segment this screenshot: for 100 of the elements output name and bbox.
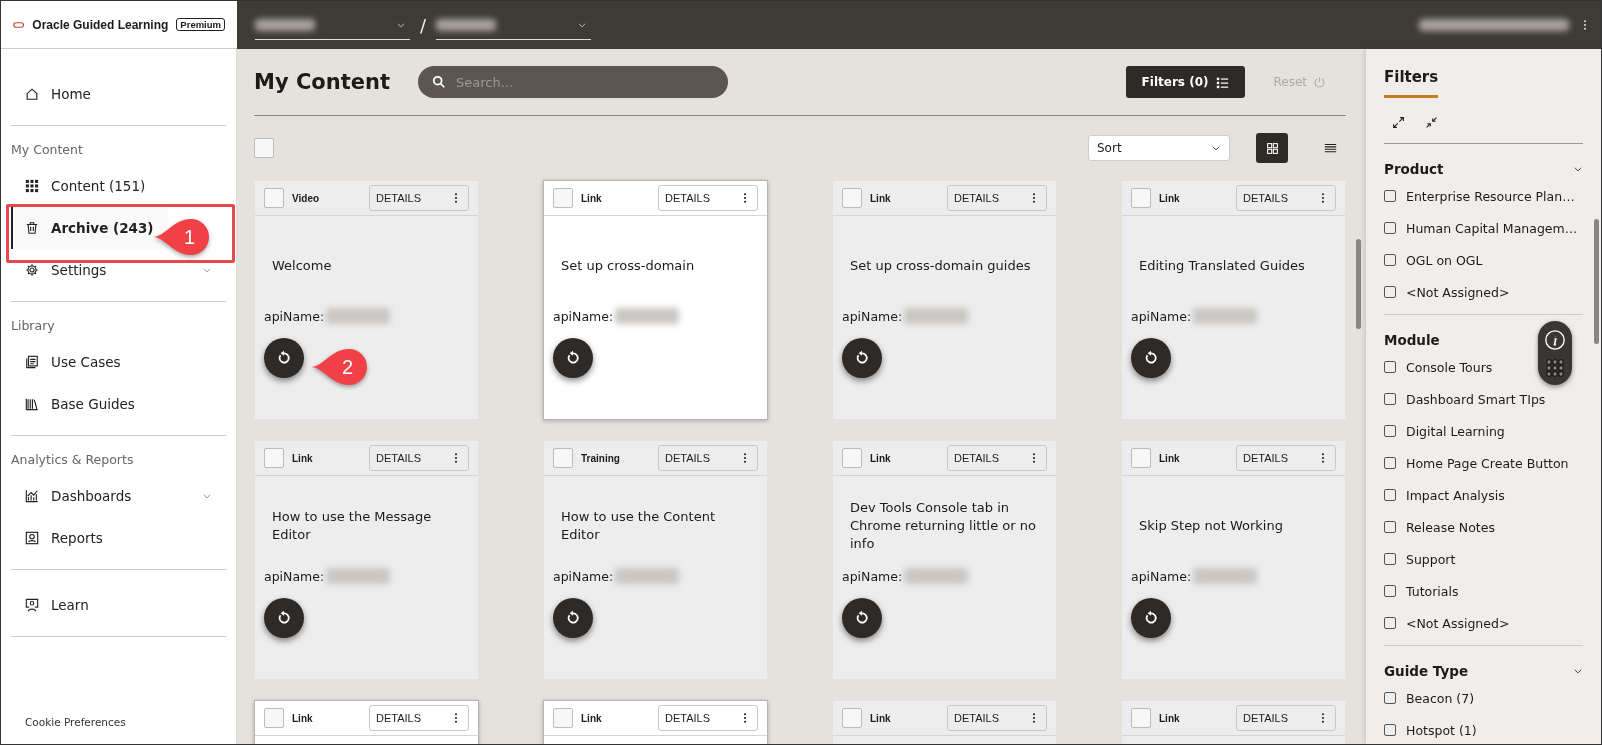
card-checkbox[interactable] [264,708,284,728]
sidebar-item[interactable]: Dashboards [11,475,226,517]
checkbox[interactable] [1384,692,1396,704]
content-card[interactable]: Link DETAILS Set up cross-domain apiName: [543,180,768,420]
filter-option[interactable]: <Not Assigned> [1384,607,1583,639]
card-checkbox[interactable] [842,448,862,468]
checkbox[interactable] [1384,425,1396,437]
checkbox[interactable] [1384,393,1396,405]
presenter-icon [25,598,39,612]
sidebar-item[interactable]: Settings [11,249,226,291]
restore-button[interactable] [842,598,882,638]
content-type: Link [292,712,313,724]
filter-option[interactable]: Tutorials [1384,575,1583,607]
scrollbar[interactable] [1594,219,1599,344]
checkbox[interactable] [1384,457,1396,469]
card-checkbox[interactable] [1131,708,1151,728]
content-card[interactable]: Link DETAILS [1121,700,1346,744]
content-card[interactable]: Link DETAILS Skip Step not Working apiName: [1121,440,1346,680]
filter-option[interactable]: Support [1384,543,1583,575]
card-title: How to use the Content Editor [561,508,716,544]
content-card[interactable]: Training DETAILS How to use the Content Editor apiName: [543,440,768,680]
details-button[interactable]: DETAILS [947,705,1047,731]
card-checkbox[interactable] [553,448,573,468]
checkbox[interactable] [1384,190,1396,202]
details-button[interactable]: DETAILS [369,705,469,731]
sidebar-item[interactable]: Reports [11,517,117,559]
card-checkbox[interactable] [842,708,862,728]
filter-option[interactable]: Release Notes [1384,511,1583,543]
card-checkbox[interactable] [1131,188,1151,208]
checkbox[interactable] [1384,361,1396,373]
help-widget[interactable] [1538,321,1572,385]
restore-button[interactable] [553,598,593,638]
card-checkbox[interactable] [264,448,284,468]
sidebar-item[interactable]: Use Cases [11,341,135,383]
details-button[interactable]: DETAILS [369,445,469,471]
content-card[interactable]: Link DETAILS Dev Tools Console tab in Chrome returning little or no info apiName: [832,440,1057,680]
filter-option[interactable]: Console Tours [1384,351,1583,383]
restore-button[interactable] [264,338,304,378]
restore-icon [1143,350,1159,366]
filter-option[interactable]: Digital Learning [1384,415,1583,447]
checkbox[interactable] [1384,553,1396,565]
content-card[interactable]: Link DETAILS [254,700,479,744]
restore-button[interactable] [1131,598,1171,638]
report-icon [25,531,39,545]
sidebar-item[interactable]: Home [11,73,105,115]
content-card[interactable]: Link DETAILS [543,700,768,744]
details-button[interactable]: DETAILS [1236,445,1336,471]
filter-option[interactable]: OGL on OGL [1384,244,1583,276]
search-field[interactable]: Search... [417,66,728,98]
sidebar-item[interactable]: Learn [11,584,103,626]
checkbox[interactable] [1384,222,1396,234]
sort-dropdown[interactable]: Sort [1088,135,1230,161]
details-button[interactable]: DETAILS [947,445,1047,471]
details-button[interactable]: DETAILS [658,705,758,731]
filter-option[interactable]: <Not Assigned> [1384,276,1583,308]
restore-button[interactable] [553,338,593,378]
details-button[interactable]: DETAILS [369,185,469,211]
filter-option[interactable]: Home Page Create Button [1384,447,1583,479]
filter-option[interactable]: Enterprise Resource Plan… [1384,180,1583,212]
card-checkbox[interactable] [553,188,573,208]
content-card[interactable]: Link DETAILS Set up cross-domain guides apiName: [832,180,1057,420]
sidebar-item[interactable]: Content (151) [11,165,160,207]
details-button[interactable]: DETAILS [1236,705,1336,731]
sidebar-item[interactable]: Base Guides [11,383,149,425]
grid-view-button[interactable] [1256,133,1288,163]
filter-group-toggle[interactable]: Product [1384,158,1583,180]
sidebar-item[interactable]: Archive (243) [11,207,168,249]
filter-option[interactable]: Human Capital Managem… [1384,212,1583,244]
select-all-checkbox[interactable] [254,138,274,158]
filter-option[interactable]: Impact Analysis [1384,479,1583,511]
restore-button[interactable] [1131,338,1171,378]
filter-group-toggle[interactable]: Guide Type [1384,660,1583,682]
scrollbar[interactable] [1356,239,1361,329]
card-checkbox[interactable] [264,188,284,208]
cookie-preferences-link[interactable]: Cookie Preferences [11,716,226,728]
content-card[interactable]: Link DETAILS [832,700,1057,744]
checkbox[interactable] [1384,617,1396,629]
filter-option[interactable]: Beacon (7) [1384,682,1583,714]
checkbox[interactable] [1384,286,1396,298]
card-checkbox[interactable] [553,708,573,728]
checkbox[interactable] [1384,489,1396,501]
checkbox[interactable] [1384,254,1396,266]
restore-button[interactable] [264,598,304,638]
filter-option[interactable]: Hotspot (1) [1384,714,1583,744]
card-checkbox[interactable] [842,188,862,208]
details-button[interactable]: DETAILS [658,445,758,471]
checkbox[interactable] [1384,521,1396,533]
details-button[interactable]: DETAILS [947,185,1047,211]
details-button[interactable]: DETAILS [658,185,758,211]
filters-button[interactable]: Filters (0) [1125,66,1246,98]
content-card[interactable]: Link DETAILS How to use the Message Editor apiName: [254,440,479,680]
details-button[interactable]: DETAILS [1236,185,1336,211]
content-card[interactable]: Link DETAILS Editing Translated Guides apiName: [1121,180,1346,420]
checkbox[interactable] [1384,724,1396,736]
card-checkbox[interactable] [1131,448,1151,468]
restore-button[interactable] [842,338,882,378]
checkbox[interactable] [1384,585,1396,597]
api-name-label: apiName: [264,308,325,324]
filter-group-toggle[interactable]: Module [1384,329,1583,351]
filter-option[interactable]: Dashboard Smart TIps [1384,383,1583,415]
